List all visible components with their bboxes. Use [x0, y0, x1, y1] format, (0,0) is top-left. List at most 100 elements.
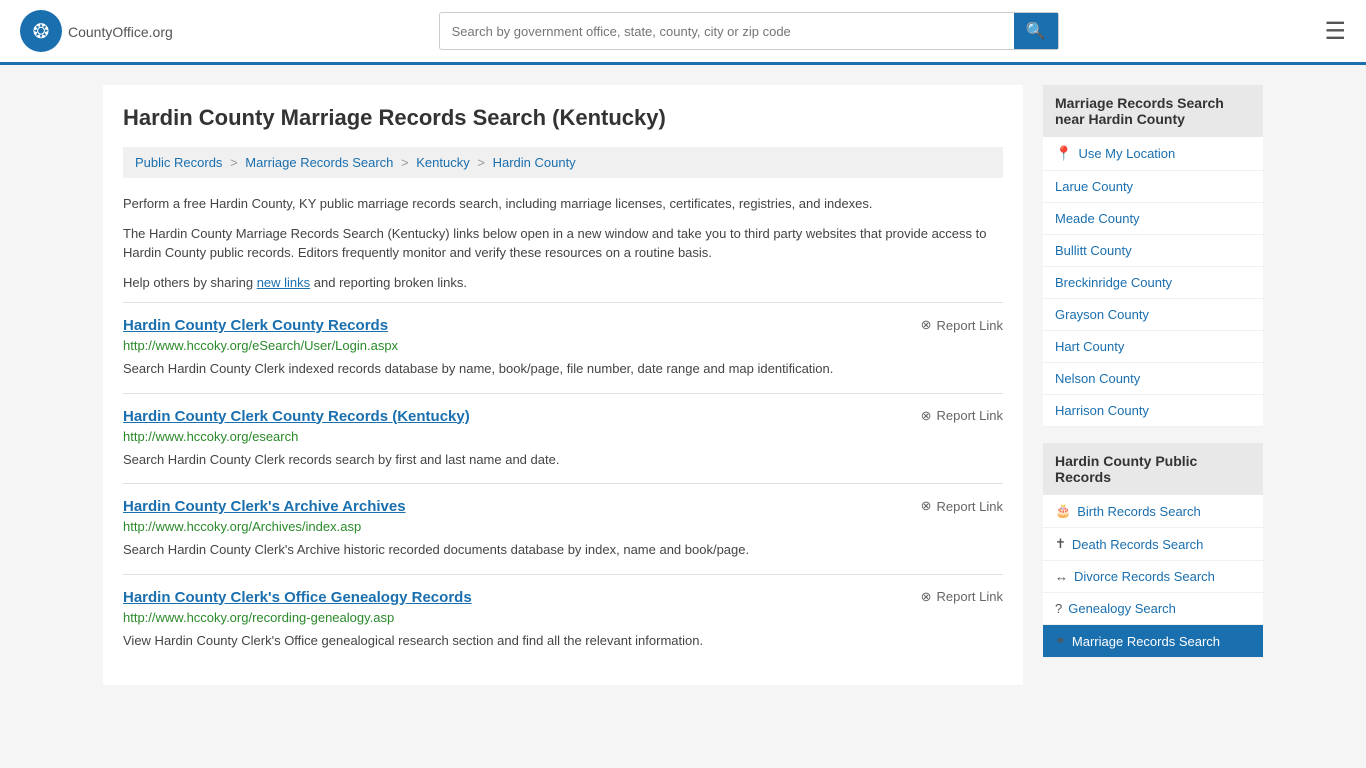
public-record-link-2[interactable]: Divorce Records Search	[1074, 569, 1215, 584]
public-record-item-0[interactable]: 🎂 Birth Records Search	[1043, 495, 1263, 528]
report-link-1[interactable]: ⊗ Report Link	[921, 408, 1003, 424]
nearby-county-link-5[interactable]: Hart County	[1055, 339, 1124, 354]
nearby-county-link-3[interactable]: Breckinridge County	[1055, 275, 1172, 290]
nearby-county-link-6[interactable]: Nelson County	[1055, 371, 1140, 386]
result-url-0: http://www.hccoky.org/eSearch/User/Login…	[123, 338, 1003, 353]
breadcrumb-hardin-county[interactable]: Hardin County	[493, 155, 576, 170]
result-url-2: http://www.hccoky.org/Archives/index.asp	[123, 519, 1003, 534]
page-title: Hardin County Marriage Records Search (K…	[123, 105, 1003, 131]
search-button[interactable]: 🔍	[1014, 13, 1058, 49]
nearby-county-item-4: Grayson County	[1043, 299, 1263, 331]
result-url-1: http://www.hccoky.org/esearch	[123, 429, 1003, 444]
public-record-item-4[interactable]: ⚭ Marriage Records Search	[1043, 625, 1263, 658]
report-label-1: Report Link	[937, 408, 1003, 423]
sidebar: Marriage Records Search near Hardin Coun…	[1043, 85, 1263, 685]
result-item: Hardin County Clerk's Archive Archives ⊗…	[123, 483, 1003, 574]
nearby-county-item-2: Bullitt County	[1043, 235, 1263, 267]
new-links-link[interactable]: new links	[257, 275, 310, 290]
public-records-header: Hardin County Public Records	[1043, 443, 1263, 495]
breadcrumb: Public Records > Marriage Records Search…	[123, 147, 1003, 178]
report-label-3: Report Link	[937, 589, 1003, 604]
public-record-item-3[interactable]: ? Genealogy Search	[1043, 593, 1263, 625]
main-container: Hardin County Marriage Records Search (K…	[83, 65, 1283, 705]
use-my-location-link[interactable]: Use My Location	[1078, 146, 1175, 161]
result-title-0[interactable]: Hardin County Clerk County Records	[123, 317, 388, 334]
breadcrumb-sep2: >	[401, 155, 412, 170]
result-title-2[interactable]: Hardin County Clerk's Archive Archives	[123, 498, 406, 515]
use-my-location-item[interactable]: 📍 Use My Location	[1043, 137, 1263, 171]
breadcrumb-public-records[interactable]: Public Records	[135, 155, 222, 170]
public-record-icon-0: 🎂	[1055, 503, 1071, 519]
logo-icon: ❂	[20, 10, 62, 52]
public-record-link-4[interactable]: Marriage Records Search	[1072, 634, 1220, 649]
result-desc-0: Search Hardin County Clerk indexed recor…	[123, 359, 1003, 379]
public-record-icon-3: ?	[1055, 601, 1062, 616]
breadcrumb-sep1: >	[230, 155, 241, 170]
public-record-icon-4: ⚭	[1055, 633, 1066, 649]
result-item: Hardin County Clerk County Records ⊗ Rep…	[123, 302, 1003, 393]
result-title-1[interactable]: Hardin County Clerk County Records (Kent…	[123, 408, 470, 425]
results-list: Hardin County Clerk County Records ⊗ Rep…	[123, 302, 1003, 664]
logo-text: CountyOffice.org	[68, 21, 173, 42]
nearby-county-link-0[interactable]: Larue County	[1055, 179, 1133, 194]
report-icon-0: ⊗	[921, 317, 932, 333]
report-link-2[interactable]: ⊗ Report Link	[921, 498, 1003, 514]
search-area: 🔍	[439, 12, 1059, 50]
public-record-link-3[interactable]: Genealogy Search	[1068, 601, 1176, 616]
public-records-section: Hardin County Public Records 🎂 Birth Rec…	[1043, 443, 1263, 658]
result-header-2: Hardin County Clerk's Archive Archives ⊗…	[123, 498, 1003, 519]
brand-tld: .org	[149, 24, 173, 40]
public-records-list: 🎂 Birth Records Search ✝ Death Records S…	[1043, 495, 1263, 658]
result-desc-3: View Hardin County Clerk's Office geneal…	[123, 631, 1003, 651]
nearby-section: Marriage Records Search near Hardin Coun…	[1043, 85, 1263, 427]
location-pin-icon: 📍	[1055, 145, 1072, 162]
report-icon-3: ⊗	[921, 589, 932, 605]
public-record-link-1[interactable]: Death Records Search	[1072, 537, 1204, 552]
nearby-county-link-4[interactable]: Grayson County	[1055, 307, 1149, 322]
nearby-header: Marriage Records Search near Hardin Coun…	[1043, 85, 1263, 137]
logo-area: ❂ CountyOffice.org	[20, 10, 173, 52]
report-label-2: Report Link	[937, 499, 1003, 514]
nearby-county-item-5: Hart County	[1043, 331, 1263, 363]
result-desc-1: Search Hardin County Clerk records searc…	[123, 450, 1003, 470]
nearby-county-link-1[interactable]: Meade County	[1055, 211, 1140, 226]
public-record-icon-2: ↔	[1055, 569, 1068, 584]
nearby-county-item-1: Meade County	[1043, 203, 1263, 235]
desc3-pre: Help others by sharing	[123, 275, 257, 290]
content-area: Hardin County Marriage Records Search (K…	[103, 85, 1023, 685]
breadcrumb-marriage-records[interactable]: Marriage Records Search	[245, 155, 393, 170]
nearby-county-link-2[interactable]: Bullitt County	[1055, 243, 1132, 258]
report-icon-1: ⊗	[921, 408, 932, 424]
desc3-post: and reporting broken links.	[310, 275, 467, 290]
nearby-county-item-7: Harrison County	[1043, 395, 1263, 427]
result-item: Hardin County Clerk County Records (Kent…	[123, 393, 1003, 484]
report-link-3[interactable]: ⊗ Report Link	[921, 589, 1003, 605]
result-header-0: Hardin County Clerk County Records ⊗ Rep…	[123, 317, 1003, 338]
result-title-3[interactable]: Hardin County Clerk's Office Genealogy R…	[123, 589, 472, 606]
public-record-link-0[interactable]: Birth Records Search	[1077, 504, 1201, 519]
description-3: Help others by sharing new links and rep…	[123, 273, 1003, 293]
nearby-county-link-7[interactable]: Harrison County	[1055, 403, 1149, 418]
description-1: Perform a free Hardin County, KY public …	[123, 194, 1003, 214]
result-desc-2: Search Hardin County Clerk's Archive his…	[123, 540, 1003, 560]
nearby-county-item-3: Breckinridge County	[1043, 267, 1263, 299]
hamburger-menu-icon[interactable]: ☰	[1324, 17, 1346, 46]
report-label-0: Report Link	[937, 318, 1003, 333]
brand-name: CountyOffice	[68, 24, 149, 40]
nearby-counties-list: Larue County Meade County Bullitt County Br…	[1043, 171, 1263, 427]
header: ❂ CountyOffice.org 🔍 ☰	[0, 0, 1366, 65]
search-input[interactable]	[440, 16, 1014, 47]
report-icon-2: ⊗	[921, 498, 932, 514]
result-url-3: http://www.hccoky.org/recording-genealog…	[123, 610, 1003, 625]
nearby-county-item-6: Nelson County	[1043, 363, 1263, 395]
public-record-item-2[interactable]: ↔ Divorce Records Search	[1043, 561, 1263, 593]
description-2: The Hardin County Marriage Records Searc…	[123, 224, 1003, 263]
result-header-3: Hardin County Clerk's Office Genealogy R…	[123, 589, 1003, 610]
breadcrumb-kentucky[interactable]: Kentucky	[416, 155, 469, 170]
report-link-0[interactable]: ⊗ Report Link	[921, 317, 1003, 333]
result-header-1: Hardin County Clerk County Records (Kent…	[123, 408, 1003, 429]
result-item: Hardin County Clerk's Office Genealogy R…	[123, 574, 1003, 665]
breadcrumb-sep3: >	[477, 155, 488, 170]
public-record-item-1[interactable]: ✝ Death Records Search	[1043, 528, 1263, 561]
public-record-icon-1: ✝	[1055, 536, 1066, 552]
